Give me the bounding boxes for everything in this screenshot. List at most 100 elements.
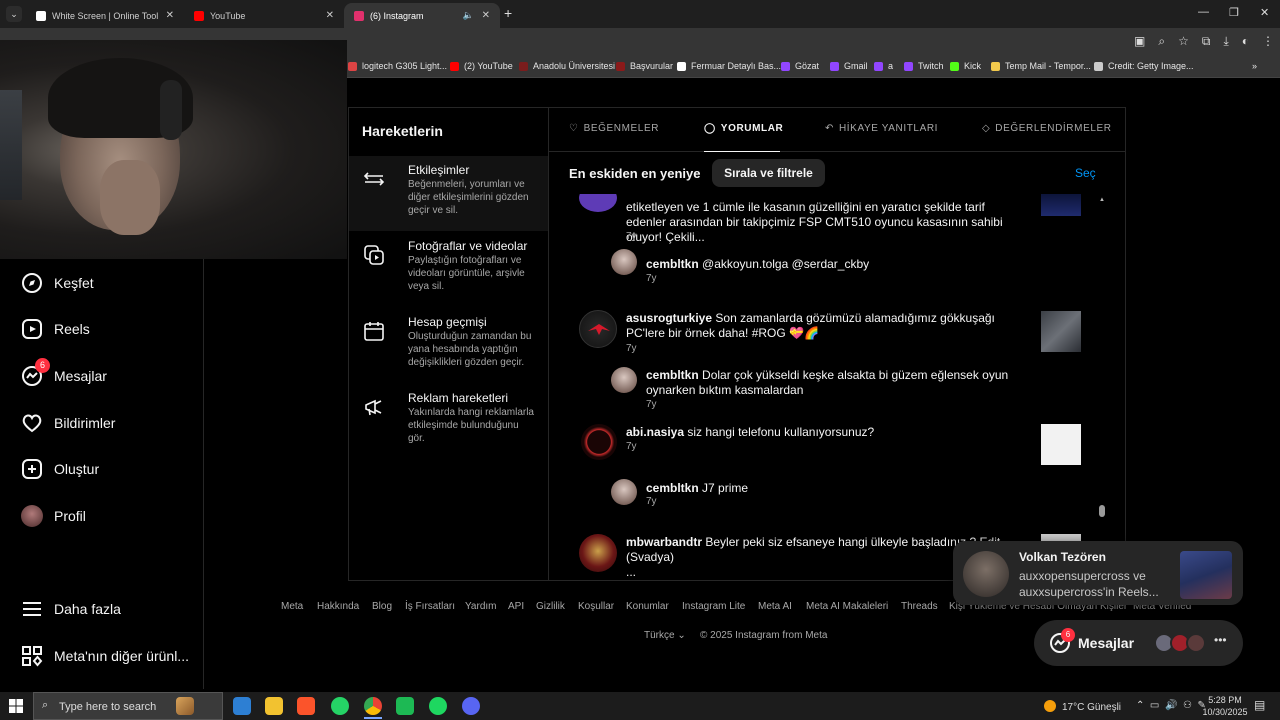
folder-icon[interactable]: [265, 697, 283, 715]
close-icon[interactable]: ✕: [482, 10, 490, 21]
star-icon[interactable]: ☆: [1178, 34, 1189, 49]
bookmark-item[interactable]: (2) YouTube: [450, 61, 513, 71]
more-icon[interactable]: •••: [1214, 633, 1227, 647]
avatar[interactable]: [611, 249, 637, 275]
activity-option-interactions[interactable]: Etkileşimler Beğenmeleri, yorumları ve d…: [349, 156, 548, 231]
avatar[interactable]: [581, 424, 617, 460]
browser-tab-youtube[interactable]: YouTube ✕: [184, 3, 344, 28]
profile-icon[interactable]: ◐: [1242, 34, 1249, 49]
bookmark-item[interactable]: Anadolu Üniversitesi: [519, 61, 615, 71]
comments-feed[interactable]: etiketleyen ve 1 cümle ile kasanın güzel…: [549, 194, 1099, 580]
window-close-icon[interactable]: ✕: [1260, 6, 1269, 19]
post-username[interactable]: mbwarbandtr: [626, 535, 702, 549]
notification-center-icon[interactable]: ▤: [1254, 698, 1265, 712]
weather-widget[interactable]: 17°C Güneşli: [1044, 700, 1121, 713]
post-username[interactable]: asusrogturkiye: [626, 311, 712, 325]
tab-likes[interactable]: ♡ BEĞENMELER: [569, 123, 659, 134]
footer-link[interactable]: Threads: [901, 601, 938, 612]
nav-messages[interactable]: 6 Mesajlar: [20, 358, 107, 388]
footer-link[interactable]: Hakkında: [317, 601, 359, 612]
footer-link[interactable]: Koşullar: [578, 601, 614, 612]
speaker-icon[interactable]: 🔈: [463, 10, 474, 21]
restore-icon[interactable]: ❐: [1229, 6, 1239, 19]
bookmark-item[interactable]: logitech G305 Light...: [348, 61, 447, 71]
spotify-icon[interactable]: [429, 697, 447, 715]
bookmark-item[interactable]: Credit: Getty Image...: [1094, 61, 1194, 71]
browser-tab-white-screen[interactable]: White Screen | Online Tool ✕: [26, 3, 184, 28]
activity-option-ad-activity[interactable]: Reklam hareketleri Yakınlarda hangi rekl…: [349, 384, 548, 459]
taskbar-clock[interactable]: 5:28 PM 10/30/2025: [1200, 694, 1250, 718]
avatar[interactable]: [611, 367, 637, 393]
post-thumbnail[interactable]: [1041, 194, 1081, 216]
footer-link[interactable]: Meta AI: [758, 601, 792, 612]
scrollbar-thumb[interactable]: [1099, 505, 1105, 517]
footer-link[interactable]: Blog: [372, 601, 392, 612]
download-icon[interactable]: ⤓: [1223, 34, 1228, 49]
footer-link[interactable]: Instagram Lite: [682, 601, 745, 612]
tab-story-replies[interactable]: ↶ HİKAYE YANITLARI: [825, 123, 938, 134]
nav-reels[interactable]: Reels: [20, 317, 90, 341]
footer-link[interactable]: Yardım: [465, 601, 497, 612]
post-thumbnail[interactable]: [1041, 311, 1081, 352]
bookmark-item[interactable]: Gözat: [781, 61, 819, 71]
comment-username[interactable]: cembltkn: [646, 257, 699, 271]
screenshot-icon[interactable]: ▣: [1134, 34, 1145, 49]
comment-username[interactable]: cembltkn: [646, 368, 699, 382]
bookmark-item[interactable]: Gmail: [830, 61, 868, 71]
select-button[interactable]: Seç: [1075, 166, 1096, 180]
search-highlight-icon[interactable]: [176, 697, 194, 715]
whatsapp-icon[interactable]: [331, 697, 349, 715]
bookmark-item[interactable]: Başvurular: [616, 61, 673, 71]
activity-option-photos-videos[interactable]: Fotoğraflar ve videolar Paylaştığın foto…: [349, 232, 548, 307]
system-tray-icons[interactable]: ⌃ ▭ 🔊 ⚇ ✎: [1136, 700, 1206, 711]
nav-notifications[interactable]: Bildirimler: [20, 411, 115, 435]
message-notification-toast[interactable]: Volkan Tezören auxxopensupercross ve aux…: [953, 541, 1243, 605]
activity-option-account-history[interactable]: Hesap geçmişi Oluşturduğun zamandan bu y…: [349, 308, 548, 383]
bookmarks-overflow-icon[interactable]: »: [1252, 61, 1257, 71]
feed-scrollbar[interactable]: ▲: [1097, 194, 1109, 580]
nav-explore[interactable]: Keşfet: [20, 271, 94, 295]
footer-link[interactable]: İş Fırsatları: [405, 601, 455, 612]
windows-start-icon[interactable]: [9, 699, 23, 713]
footer-link[interactable]: Gizlilik: [536, 601, 565, 612]
post-thumbnail[interactable]: [1041, 424, 1081, 465]
bookmark-item[interactable]: Twitch: [904, 61, 944, 71]
footer-link[interactable]: Meta: [281, 601, 303, 612]
avatar[interactable]: [579, 194, 617, 212]
close-icon[interactable]: ✕: [166, 10, 174, 21]
footer-link[interactable]: Meta AI Makaleleri: [806, 601, 888, 612]
bookmark-item[interactable]: Temp Mail - Tempor...: [991, 61, 1091, 71]
taskbar-search-box[interactable]: ⌕ Type here to search: [33, 692, 223, 720]
tab-comments[interactable]: ◯ YORUMLAR: [704, 123, 783, 134]
zoom-icon[interactable]: ⌕: [1158, 34, 1165, 49]
scroll-up-icon[interactable]: ▲: [1099, 197, 1105, 203]
discord-icon[interactable]: [462, 697, 480, 715]
caption-more[interactable]: ...: [626, 565, 636, 579]
nav-meta-products[interactable]: Meta'nın diğer ürünl...: [20, 644, 189, 668]
nav-create[interactable]: Oluştur: [20, 457, 99, 481]
close-icon[interactable]: ✕: [326, 10, 334, 21]
new-tab-plus-icon[interactable]: +: [504, 5, 512, 21]
menu-icon[interactable]: ⋮: [1262, 34, 1274, 49]
post-username[interactable]: abi.nasiya: [626, 425, 684, 439]
footer-link[interactable]: API: [508, 601, 524, 612]
file-explorer-icon[interactable]: [233, 697, 251, 715]
tab-search-dropdown-icon[interactable]: ⌄: [6, 6, 22, 22]
avatar[interactable]: [579, 310, 617, 348]
nav-profile[interactable]: Profil: [20, 504, 86, 528]
comment-username[interactable]: cembltkn: [646, 481, 699, 495]
avatar[interactable]: [611, 479, 637, 505]
sort-filter-button[interactable]: Sırala ve filtrele: [712, 159, 825, 187]
bookmark-item[interactable]: a: [874, 61, 893, 71]
avatar[interactable]: [579, 534, 617, 572]
app-icon[interactable]: [396, 697, 414, 715]
browser-tab-instagram[interactable]: (6) Instagram 🔈 ✕: [344, 3, 500, 28]
brave-icon[interactable]: [297, 697, 315, 715]
messages-floating-button[interactable]: 6 Mesajlar •••: [1034, 620, 1243, 666]
bookmark-item[interactable]: Fermuar Detaylı Bas...: [677, 61, 781, 71]
bookmark-item[interactable]: Kick: [950, 61, 981, 71]
language-selector[interactable]: Türkçe ⌄: [644, 630, 686, 641]
footer-link[interactable]: Konumlar: [626, 601, 669, 612]
minimize-icon[interactable]: —: [1198, 6, 1209, 18]
nav-more[interactable]: Daha fazla: [20, 597, 121, 621]
